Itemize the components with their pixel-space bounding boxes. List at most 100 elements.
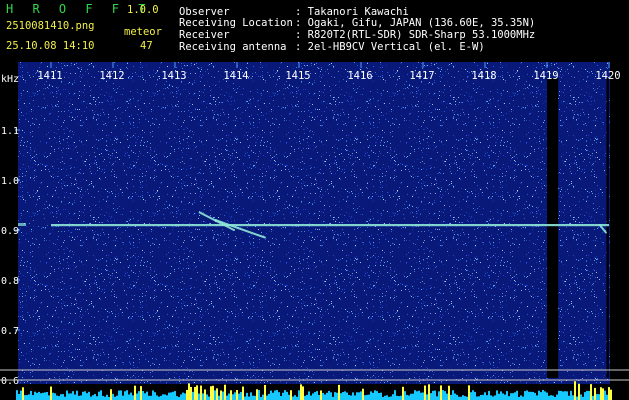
activity-bar (194, 387, 196, 400)
x-tick-label-1418: 1418 (471, 70, 496, 82)
activity-bar (198, 393, 200, 400)
activity-bar (558, 390, 560, 400)
activity-bar (68, 393, 70, 400)
activity-bar (402, 386, 404, 400)
activity-bar (242, 386, 244, 400)
activity-bar (136, 393, 138, 400)
activity-bar (496, 390, 498, 400)
activity-bar (600, 387, 602, 400)
activity-bar (100, 390, 102, 400)
activity-bar (318, 394, 320, 400)
antenna-label: Receiving antenna (179, 41, 287, 53)
receiver-value: : R820T2(RTL-SDR) SDR-Sharp 53.1000MHz (295, 29, 536, 41)
activity-bar (462, 395, 464, 400)
activity-bar (218, 395, 220, 400)
activity-bar (492, 396, 494, 400)
activity-bar (504, 394, 506, 400)
activity-bar (28, 394, 30, 400)
activity-bar (96, 396, 98, 400)
activity-bar (142, 391, 144, 400)
activity-bar (268, 393, 270, 400)
activity-bar (544, 391, 546, 400)
activity-bar (130, 392, 132, 400)
activity-bar (250, 392, 252, 400)
activity-bar (422, 392, 424, 400)
activity-bar (176, 396, 178, 400)
activity-bar (58, 396, 60, 400)
activity-bar (16, 390, 18, 400)
activity-bar (50, 386, 52, 400)
activity-bar (120, 390, 122, 400)
activity-bar (540, 392, 542, 400)
activity-bar (236, 389, 238, 400)
location-value: : Ogaki, Gifu, JAPAN (136.60E, 35.35N) (295, 17, 536, 29)
activity-bar (70, 393, 72, 400)
activity-bar (314, 392, 316, 400)
activity-bar (162, 394, 164, 400)
activity-bar (414, 390, 416, 400)
x-tick-label-1415: 1415 (285, 70, 310, 82)
activity-bar (512, 393, 514, 400)
activity-bar (292, 396, 294, 400)
activity-bar (548, 395, 550, 400)
activity-bar (536, 395, 538, 400)
activity-bar (480, 394, 482, 400)
activity-bar (488, 390, 490, 400)
activity-bar (478, 396, 480, 400)
activity-bar (354, 395, 356, 400)
activity-bar (86, 393, 88, 400)
activity-bar (424, 385, 426, 400)
activity-bar (74, 394, 76, 400)
y-axis-label: kHz (1, 74, 19, 85)
activity-bar (594, 387, 596, 400)
y-tick-label-1.0: 1.0 (1, 176, 19, 187)
activity-bar (88, 391, 90, 400)
activity-bar (302, 386, 304, 400)
activity-bar (124, 391, 126, 400)
activity-bar (572, 395, 574, 400)
activity-bar (258, 390, 260, 400)
y-tick-label-0.8: 0.8 (1, 276, 19, 287)
activity-bar (266, 395, 268, 400)
activity-bar (560, 390, 562, 400)
activity-bar (380, 392, 382, 400)
activity-bar (542, 390, 544, 400)
activity-bar (440, 385, 442, 400)
activity-bar (608, 387, 610, 400)
activity-bar (464, 396, 466, 400)
activity-bar (368, 394, 370, 400)
activity-bar (494, 395, 496, 400)
activity-bar (546, 392, 548, 400)
activity-bar (578, 383, 580, 400)
activity-bar (274, 390, 276, 400)
activity-bar (32, 395, 34, 400)
activity-bar (336, 392, 338, 400)
meteor-count-value: 47 (140, 40, 153, 52)
activity-bar (152, 390, 154, 400)
activity-bar (42, 392, 44, 400)
activity-bar (606, 394, 608, 400)
activity-bar (346, 392, 348, 400)
activity-bar (444, 391, 446, 400)
activity-bar (164, 394, 166, 400)
activity-bar (206, 394, 208, 400)
activity-bar (528, 391, 530, 400)
activity-bar (524, 391, 526, 400)
activity-bar (110, 389, 112, 400)
activity-bar (484, 392, 486, 400)
activity-bar (248, 396, 250, 400)
activity-bar (134, 385, 136, 400)
activity-bar (374, 390, 376, 400)
activity-bar (150, 395, 152, 400)
activity-bar (122, 395, 124, 400)
activity-bar (360, 391, 362, 400)
activity-bar (160, 395, 162, 400)
location-label: Receiving Location (179, 17, 293, 29)
activity-bar (510, 393, 512, 400)
activity-bar (436, 396, 438, 400)
activity-bar (286, 391, 288, 400)
activity-bar (340, 393, 342, 400)
activity-bar (418, 390, 420, 400)
activity-bar (300, 384, 302, 400)
activity-bar (172, 391, 174, 400)
